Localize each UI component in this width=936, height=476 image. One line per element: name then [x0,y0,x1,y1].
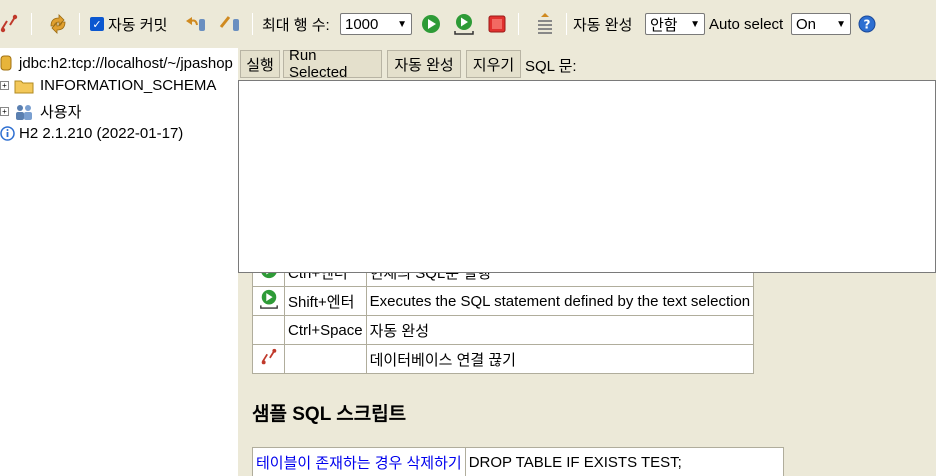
run-icon [422,15,440,33]
tree-item-label: 사용자 [40,104,82,121]
rollback-button[interactable] [183,0,207,48]
run-selected-button[interactable] [453,0,475,48]
stop-icon [488,15,506,33]
shortcut-key: Ctrl+Space [284,315,367,345]
separator [79,13,80,35]
commit-icon [219,16,239,31]
max-rows-value: 1000 [345,15,379,33]
expand-icon[interactable]: + [0,107,9,116]
auto-complete-group: 자동 완성 [573,0,632,48]
auto-complete-label: 자동 완성 [573,16,633,34]
max-rows-select-wrap: 1000 ▼ [340,0,412,48]
tree-connection[interactable]: jdbc:h2:tcp://localhost/~/jpashop [0,54,233,72]
auto-select-select-wrap: On ▼ [791,0,851,48]
run-selected-icon [259,289,278,309]
sample-heading: 샘플 SQL 스크립트 [252,404,407,425]
shortcut-key: Ctrl+엔터 [284,273,367,287]
object-tree: jdbc:h2:tcp://localhost/~/jpashop + INFO… [0,48,238,476]
refresh-button[interactable] [47,0,69,48]
shortcut-desc: 자동 완성 [365,315,755,345]
run-selected-icon [454,14,474,35]
users-icon [16,104,32,120]
sample-link[interactable]: 테이블이 존재하는 경우 삭제하기 [252,447,466,476]
expand-icon[interactable]: + [0,81,9,90]
tree-item-information-schema[interactable]: + INFORMATION_SCHEMA [0,77,216,94]
sql-input[interactable] [238,80,936,273]
table-row: Ctrl+Space 자동 완성 [252,315,755,345]
shortcut-desc: 데이터베이스 연결 끊기 [365,344,755,374]
version-label: H2 2.1.210 (2022-01-17) [19,125,184,142]
shortcut-desc: Executes the SQL statement defined by th… [365,286,755,316]
shortcut-key: Shift+엔터 [284,286,367,316]
help-button[interactable]: ? [858,0,876,48]
run-icon [260,273,277,279]
max-rows-label: 최대 행 수: [262,16,330,34]
tree-item-users[interactable]: + 사용자 [0,101,81,122]
auto-complete-select[interactable]: 안함 ▼ [645,13,705,35]
separator [566,13,567,35]
table-row: Ctrl+엔터 현재의 SQL문 실행 [252,273,755,287]
toolbar: ✓ 자동 커밋 최대 행 수: 1000 ▼ 자동 완성 안함 ▼ Auto s… [0,0,936,48]
history-button[interactable] [535,0,555,48]
chevron-down-icon: ▼ [397,18,407,30]
auto-select-group: Auto select [709,0,783,48]
run-button[interactable] [421,0,441,48]
table-cell [252,344,285,374]
chevron-down-icon: ▼ [836,18,846,30]
auto-complete-value: 안함 [650,16,678,34]
auto-select-label: Auto select [709,15,784,33]
shortcut-table: Ctrl+엔터 현재의 SQL문 실행 Shift+엔터 Executes th… [252,273,755,374]
table-cell [252,273,285,287]
auto-complete-button[interactable]: 자동 완성 [387,50,461,78]
separator [31,13,32,35]
max-rows-group: 최대 행 수: [262,0,330,48]
rollback-icon [186,17,205,31]
commit-button[interactable] [218,0,242,48]
refresh-icon [50,14,66,34]
query-bar: 실행 Run Selected 자동 완성 지우기 SQL 문: [238,47,936,81]
sql-label: SQL 문: [525,58,577,75]
run-selected-query-button[interactable]: Run Selected [283,47,382,81]
table-row: Shift+엔터 Executes the SQL statement defi… [252,286,755,316]
history-icon [538,13,552,34]
svg-text:?: ? [864,18,871,32]
separator [252,13,253,35]
auto-select-select[interactable]: On ▼ [791,13,851,35]
disconnect-icon [261,348,276,365]
sample-table: 테이블이 존재하는 경우 삭제하기 DROP TABLE IF EXISTS T… [252,447,784,476]
help-icon: ? [858,15,876,33]
auto-complete-select-wrap: 안함 ▼ [645,0,705,48]
result-panel: Ctrl+엔터 현재의 SQL문 실행 Shift+엔터 Executes th… [238,273,936,476]
run-query-button[interactable]: 실행 [240,50,280,78]
tree-item-label: INFORMATION_SCHEMA [40,77,217,94]
table-row: 테이블이 존재하는 경우 삭제하기 DROP TABLE IF EXISTS T… [252,447,784,476]
checkbox-icon: ✓ [90,17,104,31]
auto-commit-checkbox[interactable]: ✓ 자동 커밋 [90,0,167,48]
sample-sql: DROP TABLE IF EXISTS TEST; [464,447,784,476]
chevron-down-icon: ▼ [690,18,700,30]
stop-button[interactable] [488,0,506,48]
shortcut-key [284,344,367,374]
tree-connection-label: jdbc:h2:tcp://localhost/~/jpashop [19,54,233,72]
shortcut-desc: 현재의 SQL문 실행 [365,273,755,287]
max-rows-select[interactable]: 1000 ▼ [340,13,412,35]
disconnect-button[interactable] [0,0,18,48]
tree-version: H2 2.1.210 (2022-01-17) [0,125,183,142]
table-cell [252,286,285,316]
table-cell [252,315,285,345]
info-icon [0,126,15,141]
table-row: 데이터베이스 연결 끊기 [252,344,755,374]
separator [518,13,519,35]
database-icon [0,55,12,71]
disconnect-icon [0,14,18,33]
clear-button[interactable]: 지우기 [466,50,521,78]
folder-icon [14,80,34,93]
auto-select-value: On [796,15,817,33]
auto-commit-label: 자동 커밋 [108,16,168,34]
